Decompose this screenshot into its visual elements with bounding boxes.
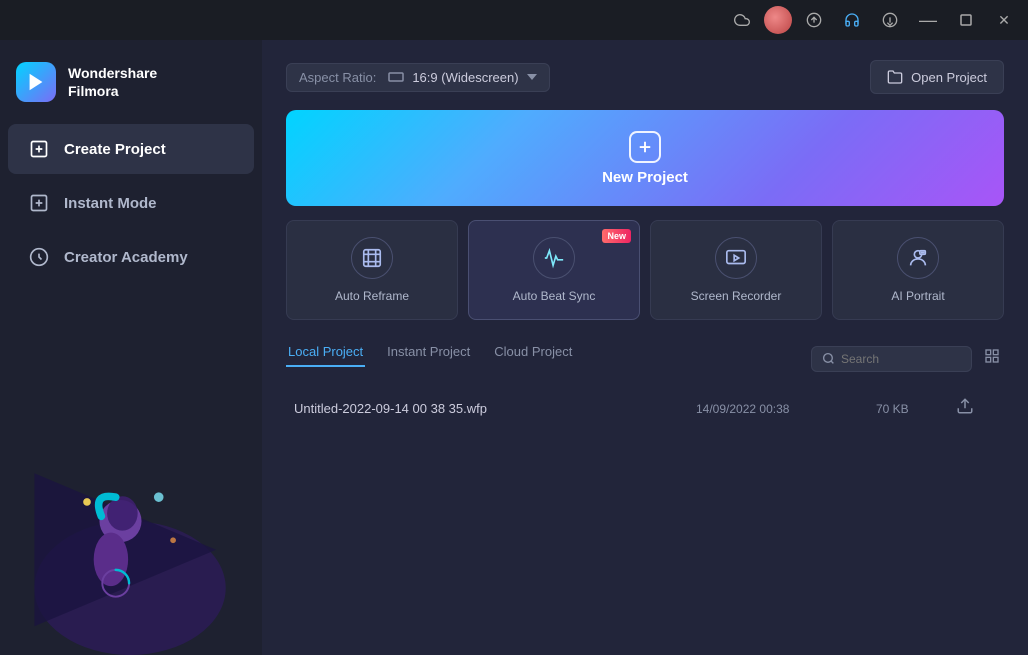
project-date: 14/09/2022 00:38 [696, 402, 876, 416]
project-tabs: Local Project Instant Project Cloud Proj… [286, 338, 594, 367]
auto-beat-sync-icon [533, 237, 575, 279]
app-logo [16, 62, 56, 102]
aspect-ratio-selector[interactable]: Aspect Ratio: 16:9 (Widescreen) [286, 63, 550, 92]
creator-academy-icon [28, 246, 50, 268]
auto-reframe-label: Auto Reframe [335, 289, 409, 303]
sidebar-item-create-project[interactable]: Create Project [8, 124, 254, 174]
new-project-banner[interactable]: New Project [286, 110, 1004, 206]
tab-instant-project[interactable]: Instant Project [385, 338, 472, 367]
project-name: Untitled-2022-09-14 00 38 35.wfp [294, 401, 696, 416]
project-table: Untitled-2022-09-14 00 38 35.wfp 14/09/2… [286, 387, 1004, 430]
folder-icon [887, 69, 903, 85]
tab-cloud-project[interactable]: Cloud Project [492, 338, 574, 367]
app-name: Wondershare Filmora [68, 64, 157, 100]
logo-section: Wondershare Filmora [0, 50, 262, 122]
auto-beat-sync-label: Auto Beat Sync [513, 289, 596, 303]
ai-portrait-label: AI Portrait [891, 289, 944, 303]
aspect-ratio-value: 16:9 (Widescreen) [412, 70, 518, 85]
sidebar-illustration [0, 435, 262, 655]
new-project-label: New Project [602, 169, 688, 186]
close-button[interactable]: ✕ [988, 4, 1020, 36]
open-project-label: Open Project [911, 70, 987, 85]
project-size: 70 KB [876, 402, 956, 416]
screen-recorder-icon [715, 237, 757, 279]
instant-mode-label: Instant Mode [64, 195, 157, 212]
search-icon [822, 352, 835, 365]
feature-card-auto-reframe[interactable]: Auto Reframe [286, 220, 458, 320]
maximize-button[interactable] [950, 4, 982, 36]
open-project-button[interactable]: Open Project [870, 60, 1004, 94]
create-project-icon [28, 138, 50, 160]
instant-mode-icon [28, 192, 50, 214]
ai-portrait-icon [897, 237, 939, 279]
search-box[interactable] [811, 346, 972, 372]
aspect-ratio-icon [388, 72, 404, 82]
aspect-ratio-label: Aspect Ratio: [299, 70, 376, 85]
auto-reframe-icon [351, 237, 393, 279]
top-controls: Aspect Ratio: 16:9 (Widescreen) Open Pro… [286, 60, 1004, 94]
feature-card-screen-recorder[interactable]: Screen Recorder [650, 220, 822, 320]
sidebar: Wondershare Filmora Create Project Insta… [0, 40, 262, 655]
new-badge: New [602, 229, 631, 243]
upload-icon[interactable] [798, 4, 830, 36]
tab-local-project[interactable]: Local Project [286, 338, 365, 367]
sidebar-item-creator-academy[interactable]: Creator Academy [8, 232, 254, 282]
feature-card-auto-beat-sync[interactable]: New Auto Beat Sync [468, 220, 640, 320]
chevron-down-icon [527, 74, 537, 80]
grid-view-icon[interactable] [980, 344, 1004, 373]
feature-cards: Auto Reframe New Auto Beat Sync Screen R… [286, 220, 1004, 320]
table-row[interactable]: Untitled-2022-09-14 00 38 35.wfp 14/09/2… [286, 387, 1004, 430]
profile-avatar[interactable] [764, 6, 792, 34]
main-content: Aspect Ratio: 16:9 (Widescreen) Open Pro… [262, 40, 1028, 655]
new-project-plus-icon [629, 131, 661, 163]
headphone-icon[interactable] [836, 4, 868, 36]
creator-academy-label: Creator Academy [64, 249, 188, 266]
sidebar-item-instant-mode[interactable]: Instant Mode [8, 178, 254, 228]
screen-recorder-label: Screen Recorder [691, 289, 782, 303]
download-icon[interactable] [874, 4, 906, 36]
create-project-label: Create Project [64, 141, 166, 158]
title-bar: — ✕ [0, 0, 1028, 40]
cloud-icon[interactable] [726, 4, 758, 36]
feature-card-ai-portrait[interactable]: AI Portrait [832, 220, 1004, 320]
upload-button[interactable] [956, 397, 996, 420]
minimize-button[interactable]: — [912, 4, 944, 36]
project-toolbar: Local Project Instant Project Cloud Proj… [286, 338, 1004, 379]
search-input[interactable] [841, 352, 961, 366]
